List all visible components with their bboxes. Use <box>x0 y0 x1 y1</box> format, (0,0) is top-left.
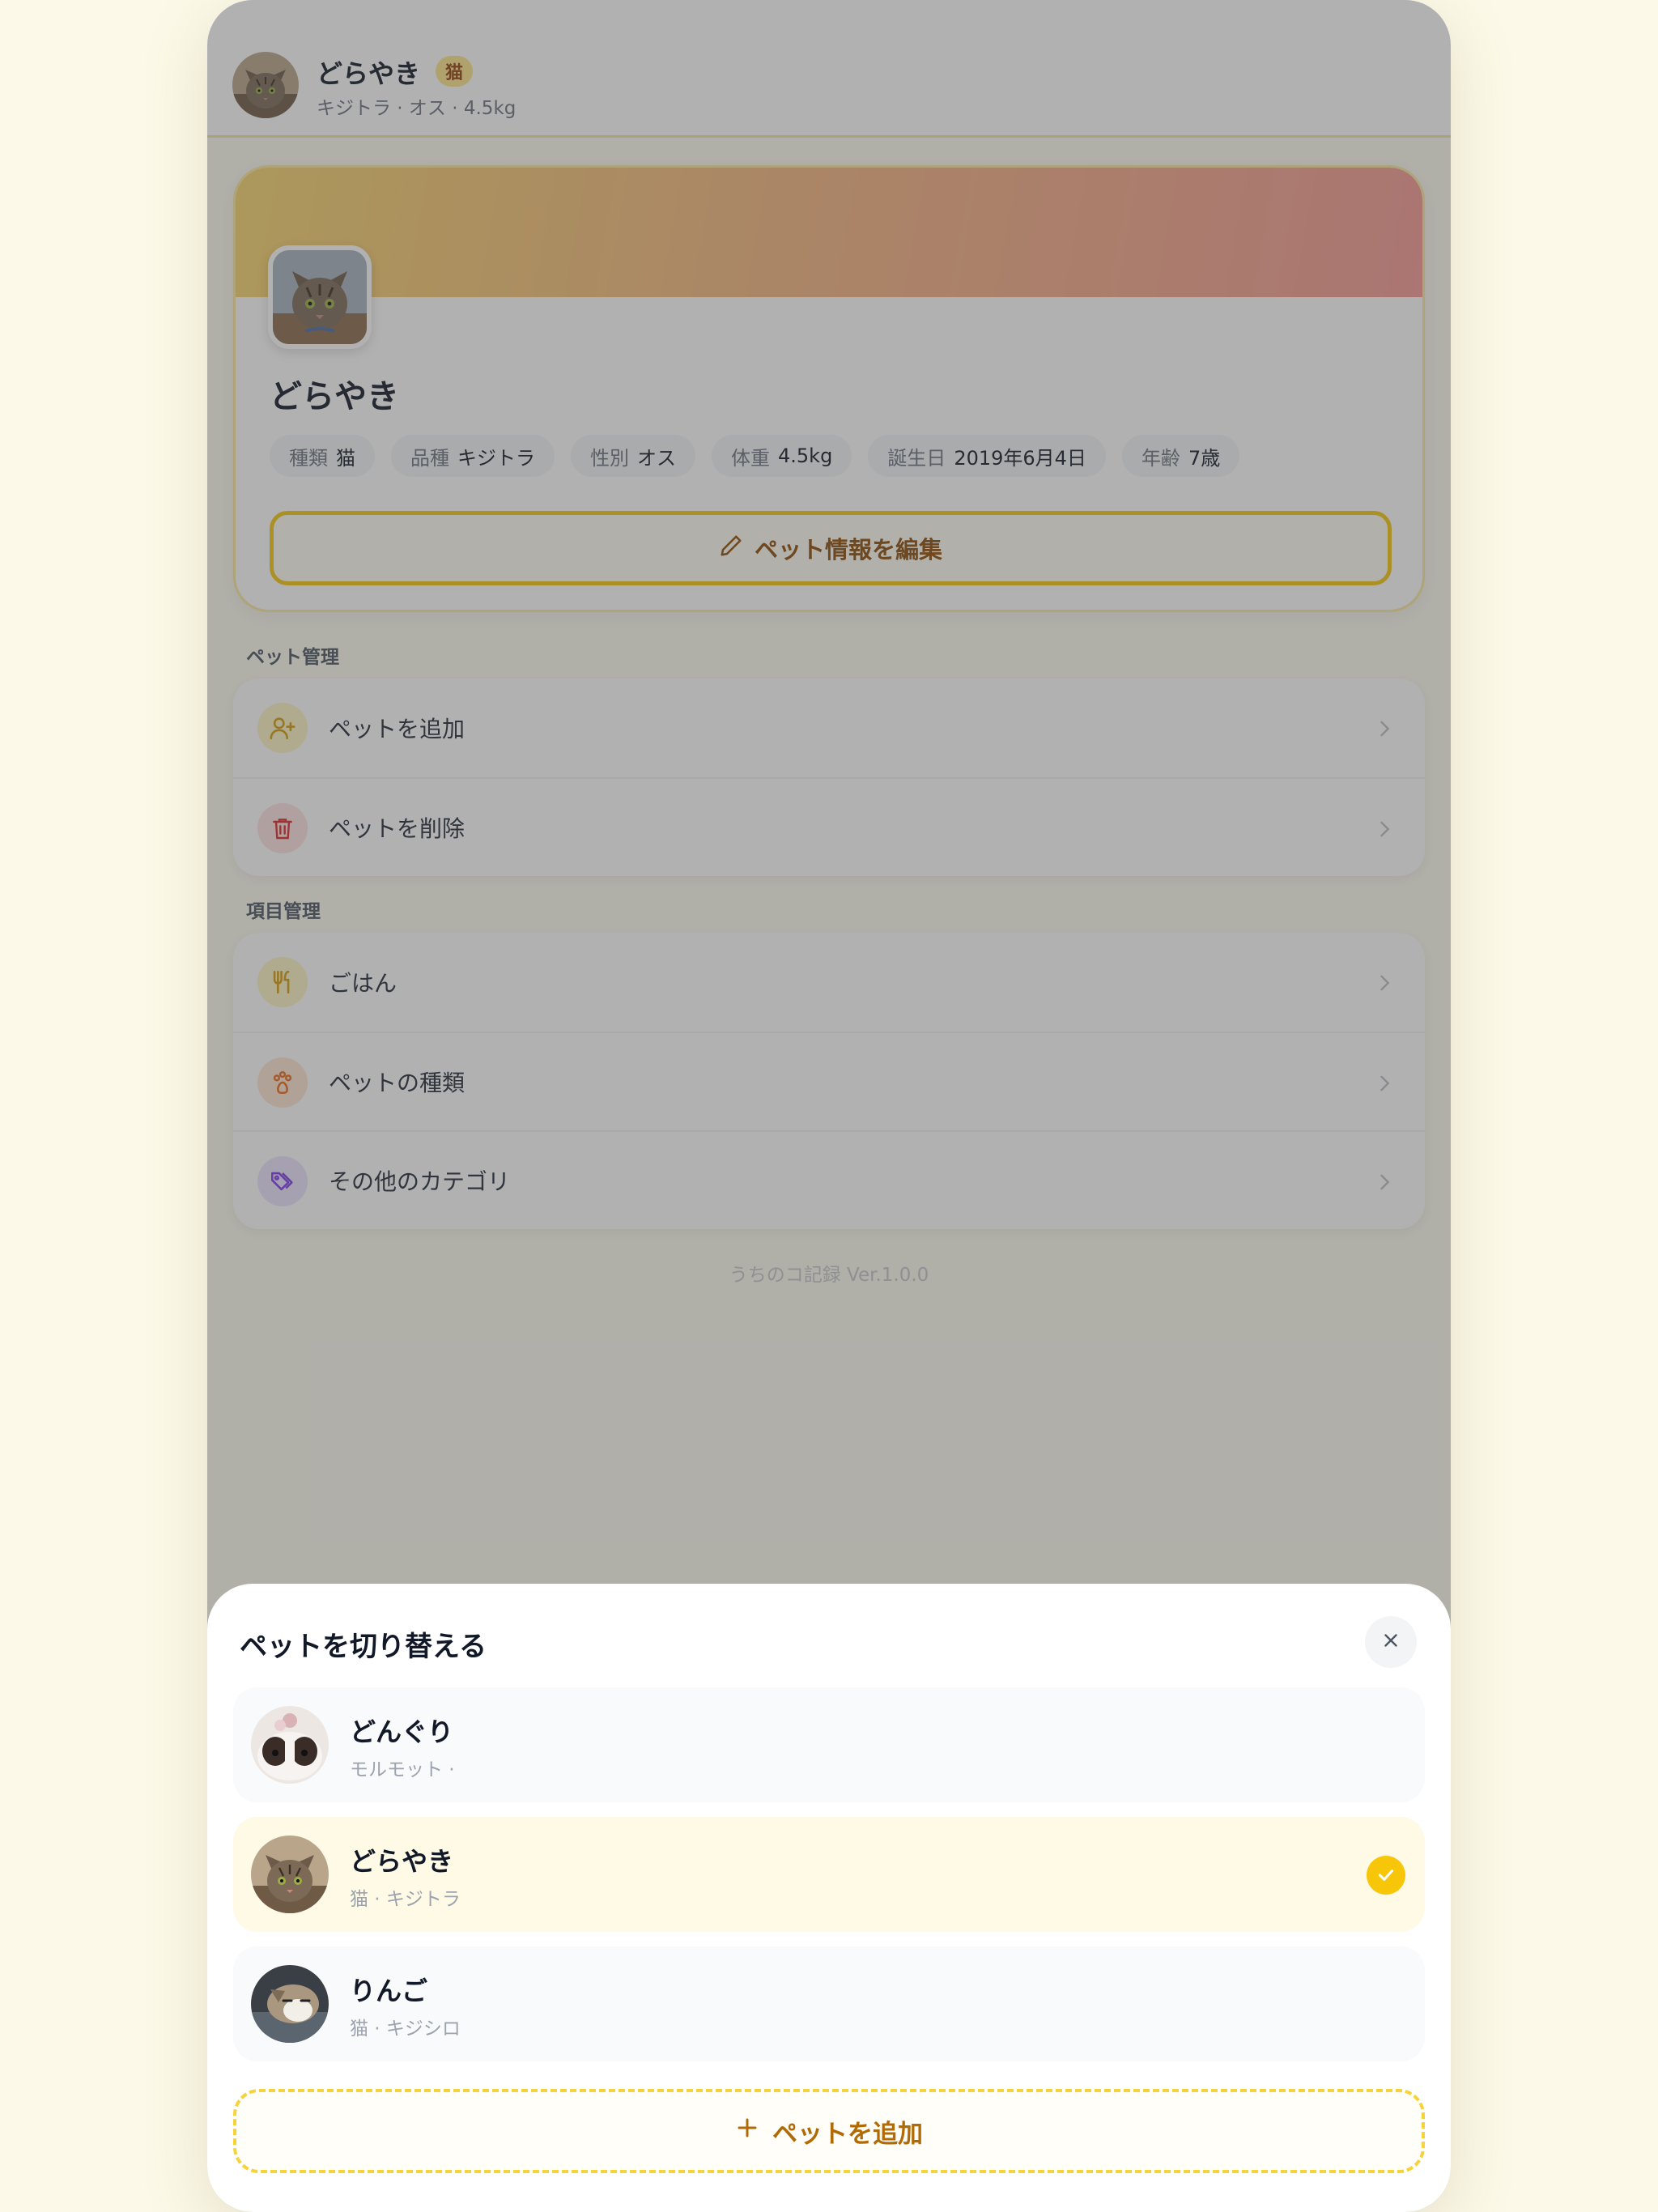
pet-avatar <box>251 1836 329 1913</box>
pet-summary: モルモット · <box>350 1759 455 1780</box>
pet-switcher-sheet: ペットを切り替える どんぐり モルモット · どらやき 猫 · キジトラ りんご… <box>207 1584 1451 2212</box>
add-pet-label: ペットを追加 <box>772 2119 923 2149</box>
selected-check-icon <box>1367 1856 1405 1895</box>
pet-name: りんご <box>350 1976 428 2006</box>
close-icon <box>1380 1630 1401 1654</box>
pet-name: どらやき <box>350 1846 454 1877</box>
close-button[interactable] <box>1365 1616 1417 1668</box>
pet-summary: 猫 · キジシロ <box>350 2018 461 2040</box>
pet-avatar <box>251 1965 329 2043</box>
app-window: どらやき 猫 キジトラ · オス · 4.5kg どらやき 種類 猫 品種 キジ… <box>207 0 1451 2212</box>
pet-option-donguri[interactable]: どんぐり モルモット · <box>233 1687 1425 1802</box>
pet-name: どんぐり <box>350 1716 454 1747</box>
pet-summary: 猫 · キジトラ <box>350 1889 461 1910</box>
plus-icon <box>735 2116 759 2146</box>
add-pet-button[interactable]: ペットを追加 <box>233 2089 1425 2173</box>
pet-option-ringo[interactable]: りんご 猫 · キジシロ <box>233 1946 1425 2061</box>
pet-avatar <box>251 1706 329 1784</box>
pet-option-dorayaki[interactable]: どらやき 猫 · キジトラ <box>233 1817 1425 1932</box>
sheet-title: ペットを切り替える <box>240 1631 487 1663</box>
